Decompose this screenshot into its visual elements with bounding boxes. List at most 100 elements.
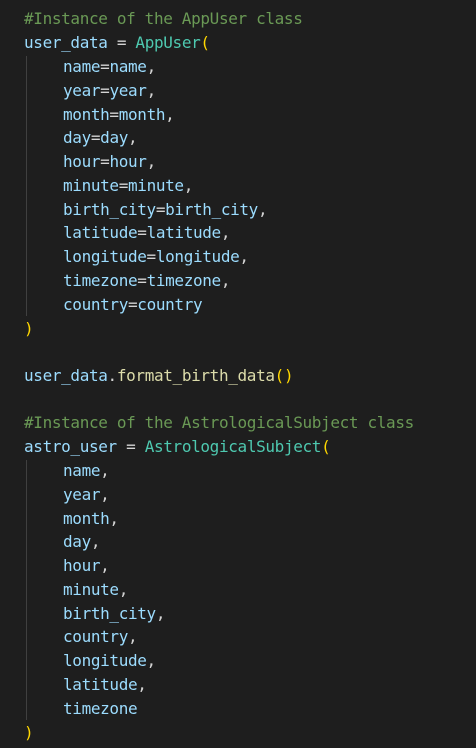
comma: , bbox=[155, 603, 166, 623]
argument-keyword: hour bbox=[63, 152, 101, 171]
comma: , bbox=[183, 175, 194, 195]
argument-value: hour bbox=[63, 556, 101, 575]
argument-value: hour bbox=[109, 152, 147, 171]
variable-name: user_data bbox=[24, 366, 108, 385]
argument-value: country bbox=[63, 627, 128, 647]
argument-keyword: minute bbox=[63, 175, 119, 195]
code-line-argument: hour, bbox=[63, 554, 110, 578]
indent-guide bbox=[26, 56, 27, 316]
argument-keyword: birth_city bbox=[63, 199, 156, 219]
code-line-argument: name, bbox=[63, 459, 110, 483]
argument-value: latitude bbox=[146, 223, 222, 243]
assign-operator: = bbox=[116, 437, 145, 456]
code-line-argument: hour=hour, bbox=[63, 150, 156, 174]
equals-operator: = bbox=[137, 270, 147, 290]
argument-value: longitude bbox=[63, 651, 147, 670]
argument-value: year bbox=[63, 484, 101, 504]
comma: , bbox=[128, 128, 138, 148]
equals-operator: = bbox=[146, 247, 157, 266]
variable-name: astro_user bbox=[24, 437, 117, 456]
argument-value: birth_city bbox=[63, 603, 156, 623]
code-line-argument: minute, bbox=[63, 578, 128, 602]
comma: , bbox=[146, 152, 157, 171]
code-line-argument: latitude, bbox=[63, 673, 147, 697]
comma: , bbox=[239, 247, 249, 266]
code-line-argument: month=month, bbox=[63, 103, 175, 127]
method-name: format_birth_data bbox=[116, 366, 275, 385]
code-line-argument: year=year, bbox=[63, 79, 156, 103]
code-line-argument: birth_city=birth_city, bbox=[63, 198, 268, 222]
class-name: AstrologicalSubject bbox=[144, 437, 322, 456]
argument-keyword: longitude bbox=[63, 247, 147, 266]
code-line-argument: year, bbox=[63, 483, 110, 507]
argument-value: day bbox=[63, 532, 91, 552]
argument-value: timezone bbox=[63, 698, 138, 718]
argument-value: name bbox=[63, 461, 101, 480]
call-parens: () bbox=[274, 366, 294, 385]
comma: , bbox=[146, 80, 157, 100]
argument-value: longitude bbox=[155, 247, 240, 266]
code-line-argument: longitude=longitude, bbox=[63, 245, 249, 269]
equals-operator: = bbox=[118, 175, 129, 195]
argument-keyword: country bbox=[63, 294, 128, 314]
open-paren: ( bbox=[321, 437, 331, 456]
argument-value: latitude bbox=[63, 674, 138, 694]
close-paren: ) bbox=[24, 723, 34, 742]
indent-guide bbox=[26, 460, 27, 720]
code-line-argument: day, bbox=[63, 530, 101, 554]
argument-keyword: timezone bbox=[63, 270, 138, 290]
variable-name: user_data bbox=[24, 33, 108, 52]
code-line-argument: country, bbox=[63, 625, 138, 649]
comma: , bbox=[220, 223, 231, 243]
equals-operator: = bbox=[109, 104, 119, 124]
code-line-argument: timezone=timezone, bbox=[63, 269, 230, 293]
code-line-argument: name=name, bbox=[63, 55, 156, 79]
comma: , bbox=[100, 484, 110, 504]
code-line-method-call: user_data.format_birth_data() bbox=[24, 364, 294, 388]
open-paren: ( bbox=[200, 33, 210, 52]
comma: , bbox=[127, 627, 138, 647]
comma: , bbox=[146, 651, 157, 670]
code-line-argument: timezone bbox=[63, 697, 138, 721]
comma: , bbox=[100, 556, 110, 575]
argument-keyword: latitude bbox=[63, 223, 138, 243]
argument-value: name bbox=[109, 57, 147, 76]
equals-operator: = bbox=[155, 199, 166, 219]
code-line-argument: country=country bbox=[63, 293, 203, 317]
argument-keyword: month bbox=[63, 104, 110, 124]
comma: , bbox=[109, 508, 119, 528]
comma: , bbox=[220, 270, 231, 290]
comma: , bbox=[165, 104, 175, 124]
argument-value: country bbox=[137, 294, 203, 314]
argument-keyword: day bbox=[63, 128, 91, 148]
comma: , bbox=[137, 674, 147, 694]
code-line-argument: longitude, bbox=[63, 649, 156, 673]
argument-value: month bbox=[118, 104, 166, 124]
code-comment: #Instance of the AppUser class bbox=[24, 9, 303, 28]
argument-value: minute bbox=[63, 579, 119, 599]
assign-operator: = bbox=[107, 33, 136, 52]
argument-value: minute bbox=[128, 175, 184, 195]
code-comment: #Instance of the AstrologicalSubject cla… bbox=[24, 413, 414, 432]
code-line-assignment: astro_user = AstrologicalSubject( bbox=[24, 435, 331, 459]
code-editor[interactable]: #Instance of the AppUser class user_data… bbox=[0, 0, 476, 748]
comma: , bbox=[257, 199, 268, 219]
code-line-assignment: user_data = AppUser( bbox=[24, 31, 210, 55]
class-name: AppUser bbox=[135, 33, 201, 52]
argument-value: day bbox=[100, 128, 129, 148]
equals-operator: = bbox=[127, 294, 138, 314]
argument-keyword: year bbox=[63, 80, 101, 100]
code-line-argument: day=day, bbox=[63, 126, 138, 150]
code-line-argument: month, bbox=[63, 507, 119, 531]
comma: , bbox=[90, 532, 101, 552]
code-line-argument: latitude=latitude, bbox=[63, 221, 230, 245]
close-paren: ) bbox=[24, 319, 34, 338]
equals-operator: = bbox=[137, 223, 147, 243]
argument-value: birth_city bbox=[165, 199, 258, 219]
argument-value: timezone bbox=[146, 270, 222, 290]
argument-keyword: name bbox=[63, 57, 101, 76]
code-line-argument: minute=minute, bbox=[63, 174, 193, 198]
argument-value: month bbox=[63, 508, 110, 528]
equals-operator: = bbox=[90, 128, 101, 148]
comma: , bbox=[118, 579, 129, 599]
